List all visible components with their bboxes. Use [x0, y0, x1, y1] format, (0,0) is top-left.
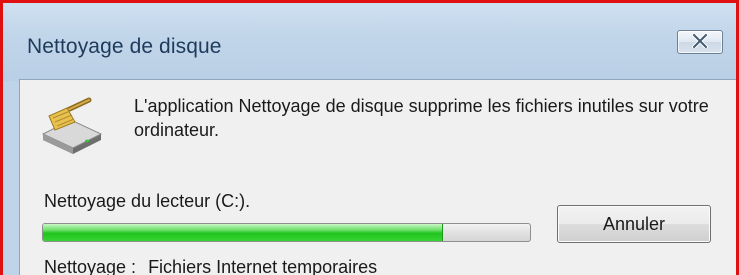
dialog-content: L'application Nettoyage de disque suppri… — [19, 79, 736, 275]
cancel-button[interactable]: Annuler — [557, 205, 711, 243]
progress-fill — [43, 224, 444, 241]
status-label: Nettoyage : — [44, 257, 137, 275]
close-button[interactable] — [677, 30, 723, 54]
status-line: Nettoyage : Fichiers Internet temporaires — [44, 257, 377, 275]
title-bar[interactable]: Nettoyage de disque — [3, 3, 736, 81]
disk-cleanup-window: Nettoyage de disque L'application Nettoy… — [0, 0, 739, 275]
window-title: Nettoyage de disque — [27, 35, 222, 58]
drive-label: Nettoyage du lecteur (C:). — [44, 191, 251, 211]
description-text: L'application Nettoyage de disque suppri… — [134, 96, 709, 140]
progress-bar — [42, 223, 531, 242]
status-value: Fichiers Internet temporaires — [148, 257, 378, 275]
close-icon — [692, 34, 708, 48]
disk-cleanup-icon — [37, 94, 107, 161]
